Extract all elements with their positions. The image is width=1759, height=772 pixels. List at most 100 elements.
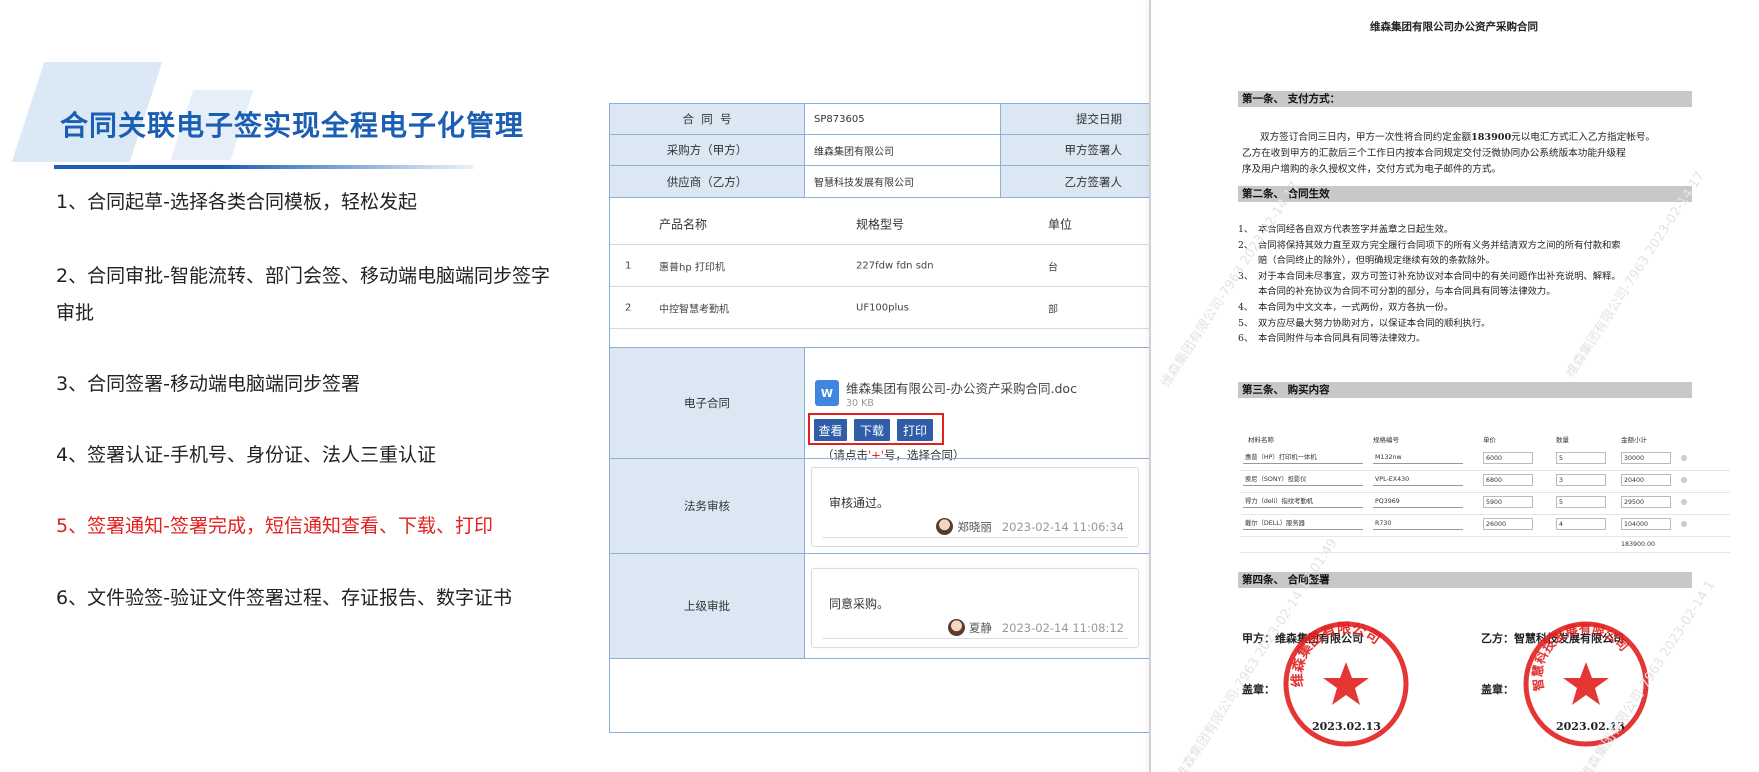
paragraph-line: 双方签订合同三日内，甲方一次性将合同约定金额183900元以电汇方式汇入乙方指定… bbox=[1242, 130, 1694, 146]
attachment-name[interactable]: 维森集团有限公司-办公资产采购合同.doc bbox=[846, 378, 1077, 397]
approval-comment: 审核通过。 bbox=[829, 496, 890, 510]
purchase-cell[interactable]: PQ3969 bbox=[1373, 496, 1463, 508]
form-row-contract-no: 合 同 号 SP873605 提交日期 bbox=[610, 104, 1149, 135]
product-unit: 台 bbox=[1048, 262, 1058, 273]
clause-line: 2、 合同将保持其效力直至双方完全履行合同项下的所有义务并结清双方之间的所有付款和… bbox=[1238, 238, 1692, 254]
approval-comment: 同意采购。 bbox=[829, 597, 890, 611]
clause-text: 双方应尽最大努力协助对方，以保证本合同的顺利执行。 bbox=[1258, 317, 1491, 329]
view-button[interactable]: 查看 bbox=[814, 419, 847, 441]
legal-review-label: 法务审核 bbox=[610, 459, 805, 553]
clause-line: 6、 本合同附件与本合同具有同等法律效力。 bbox=[1238, 331, 1692, 347]
approval-card: 审核通过。 郑晓丽 2023-02-14 11:06:34 bbox=[811, 467, 1139, 547]
title-underline bbox=[54, 165, 474, 169]
remove-row-icon[interactable] bbox=[1681, 521, 1687, 527]
purchase-table: 材料名称 规格编号 单价 数量 金额小计 惠普（HP）打印机一体机 M132nw 6… bbox=[1240, 428, 1730, 558]
clause-number: 6、 bbox=[1238, 333, 1254, 345]
contract-no-value[interactable]: SP873605 bbox=[806, 104, 1001, 134]
screen: 合同关联电子签实现全程电子化管理 1、合同起草-选择各类合同模板，轻松发起 2、… bbox=[0, 0, 1759, 772]
svg-text:维森集团有限公司: 维森集团有限公司 bbox=[1289, 621, 1383, 688]
contract-no-label: 合 同 号 bbox=[610, 104, 805, 134]
sign-date-a: 2023.02.13 bbox=[1312, 720, 1381, 733]
purchase-cell[interactable]: 26000 bbox=[1483, 518, 1533, 530]
attachment-size: 30 KB bbox=[846, 398, 874, 409]
form-bottom-border bbox=[610, 658, 1149, 659]
supplier-label: 供应商（乙方） bbox=[610, 166, 805, 197]
econtract-section: 电子合同 W 维森集团有限公司-办公资产采购合同.doc 30 KB 查看 下载… bbox=[610, 347, 1149, 462]
feature-item-highlight: 5、签署通知-签署完成，短信通知查看、下载、打印 bbox=[56, 515, 493, 537]
clause-text: 赔（合同终止的除外），但明确规定继续有效的条款除外。 bbox=[1258, 255, 1496, 267]
col-material: 材料名称 bbox=[1248, 436, 1274, 444]
row-divider bbox=[1240, 514, 1730, 515]
divider bbox=[822, 537, 1128, 538]
legal-review-section: 法务审核 审核通过。 郑晓丽 2023-02-14 11:06:34 bbox=[610, 458, 1149, 553]
purchase-cell[interactable]: 6000 bbox=[1483, 452, 1533, 464]
clause-text: 合同将保持其效力直至双方完全履行合同项下的所有义务并结清双方之间的所有付款和索 bbox=[1258, 239, 1621, 251]
text: 元以电汇方式汇入乙方指定帐号。 bbox=[1511, 132, 1656, 143]
purchase-cell[interactable]: 4 bbox=[1556, 518, 1606, 530]
row-no: 1 bbox=[625, 260, 632, 271]
supplier-value[interactable]: 智慧科技发展有限公司 bbox=[806, 166, 1001, 197]
product-model: UF100plus bbox=[856, 302, 909, 313]
table-row[interactable]: 2 中控智慧考勤机 UF100plus 部 bbox=[610, 286, 1149, 328]
remove-row-icon[interactable] bbox=[1681, 455, 1687, 461]
seal-a-text: 维森集团有限公司 bbox=[1289, 621, 1383, 688]
form-row-buyer: 采购方（甲方） 维森集团有限公司 甲方签署人 bbox=[610, 135, 1149, 166]
product-name: 中控智慧考勤机 bbox=[659, 304, 729, 315]
feature-item: 4、签署认证-手机号、身份证、法人三重认证 bbox=[56, 444, 436, 466]
purchase-cell[interactable]: 30000 bbox=[1621, 452, 1671, 464]
avatar bbox=[947, 619, 965, 636]
purchase-cell[interactable]: 6800 bbox=[1483, 474, 1533, 486]
divider bbox=[822, 638, 1128, 639]
purchase-cell[interactable]: VPL-EX430 bbox=[1373, 474, 1463, 486]
superior-approval-label: 上级审批 bbox=[610, 554, 805, 658]
seal-label-b: 盖章： bbox=[1481, 683, 1514, 696]
clause-line: 5、 双方应尽最大努力协助对方，以保证本合同的顺利执行。 bbox=[1238, 316, 1692, 332]
page-divider bbox=[1149, 0, 1151, 772]
feature-item: 2、合同审批-智能流转、部门会签、移动端电脑端同步签字审批 bbox=[56, 265, 550, 324]
purchase-cell[interactable]: 104000 bbox=[1621, 518, 1671, 530]
col-model: 规格型号 bbox=[856, 217, 905, 232]
col-product-name: 产品名称 bbox=[659, 217, 708, 232]
purchase-cell[interactable]: R730 bbox=[1373, 518, 1463, 530]
clause-number: 5、 bbox=[1238, 317, 1254, 329]
clause-text: 对于本合同未尽事宜，双方可签订补充协议对本合同中的有关问题作出补充说明、解释。 bbox=[1258, 270, 1621, 282]
purchase-cell[interactable]: 惠普（HP）打印机一体机 bbox=[1243, 452, 1363, 464]
purchase-cell[interactable]: 5 bbox=[1556, 496, 1606, 508]
econtract-label: 电子合同 bbox=[610, 348, 805, 458]
product-name: 惠普hp 打印机 bbox=[659, 262, 725, 273]
purchase-cell[interactable]: 5 bbox=[1556, 452, 1606, 464]
print-button[interactable]: 打印 bbox=[897, 419, 933, 441]
purchase-cell[interactable]: 5900 bbox=[1483, 496, 1533, 508]
approval-card: 同意采购。 夏静 2023-02-14 11:08:12 bbox=[811, 568, 1139, 648]
product-model: 227fdw fdn sdn bbox=[856, 260, 934, 271]
document-title: 维森集团有限公司办公资产采购合同 bbox=[1370, 21, 1538, 33]
slide-title: 合同关联电子签实现全程电子化管理 bbox=[60, 109, 525, 142]
purchase-total: 183900.00 bbox=[1621, 541, 1656, 548]
approver-name: 夏静 bbox=[968, 620, 992, 635]
table-row[interactable]: 1 惠普hp 打印机 227fdw fdn sdn 台 bbox=[610, 244, 1149, 286]
purchase-cell[interactable]: 3 bbox=[1556, 474, 1606, 486]
submit-date-label: 提交日期 bbox=[1001, 104, 1149, 134]
payment-paragraph: 双方签订合同三日内，甲方一次性将合同约定金额183900元以电汇方式汇入乙方指定… bbox=[1242, 130, 1694, 178]
buyer-value[interactable]: 维森集团有限公司 bbox=[806, 135, 1001, 165]
purchase-cell[interactable]: 得力（deli）指纹考勤机 bbox=[1243, 496, 1363, 508]
avatar bbox=[936, 518, 954, 535]
download-button[interactable]: 下载 bbox=[854, 419, 890, 441]
row-no: 2 bbox=[625, 302, 632, 313]
row-divider bbox=[1240, 470, 1730, 471]
purchase-cell[interactable]: M132nw bbox=[1373, 452, 1463, 464]
remove-row-icon[interactable] bbox=[1681, 499, 1687, 505]
purchase-cell[interactable]: 29500 bbox=[1621, 496, 1671, 508]
buyer-label: 采购方（甲方） bbox=[610, 135, 805, 165]
section-heading: 第一条、 支付方式： bbox=[1238, 91, 1692, 107]
purchase-cell[interactable]: 20400 bbox=[1621, 474, 1671, 486]
approver-info: 夏静 2023-02-14 11:08:12 bbox=[947, 619, 1124, 636]
clause-number: 4、 bbox=[1238, 302, 1254, 313]
contract-form: 合 同 号 SP873605 提交日期 采购方（甲方） 维森集团有限公司 甲方签… bbox=[609, 103, 1149, 733]
remove-row-icon[interactable] bbox=[1681, 477, 1687, 483]
contract-amount: 183900 bbox=[1471, 132, 1512, 143]
approver-name: 郑晓丽 bbox=[957, 519, 992, 534]
purchase-cell[interactable]: 戴尔（DELL）服务器 bbox=[1243, 518, 1363, 530]
purchase-cell[interactable]: 索尼（SONY）投影仪 bbox=[1243, 474, 1363, 486]
paragraph-line: 乙方在收到甲方的汇款后三个工作日内按本合同规定交付泛微协同办公系统版本功能升级程 bbox=[1242, 148, 1626, 159]
